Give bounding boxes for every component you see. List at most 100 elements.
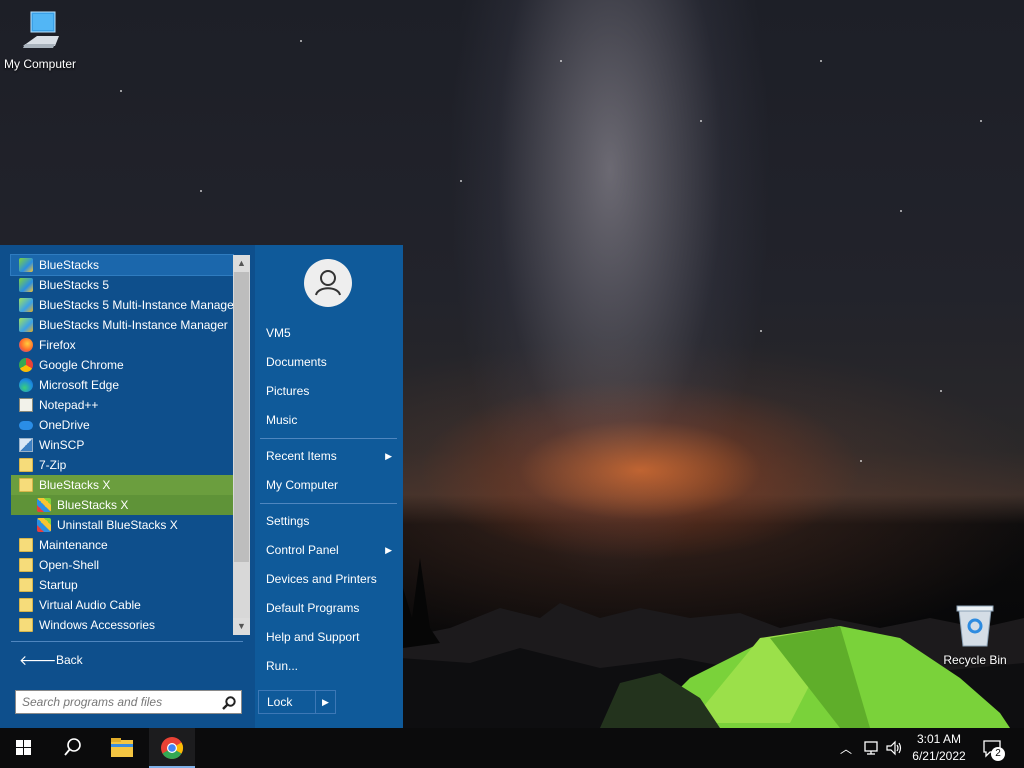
- program-label: BlueStacks Multi-Instance Manager: [39, 318, 228, 332]
- program-label: Windows Accessories: [39, 618, 156, 632]
- program-item-notepadpp[interactable]: Notepad++: [11, 395, 233, 415]
- programs-pane: BlueStacks BlueStacks 5 BlueStacks 5 Mul…: [0, 245, 255, 728]
- edge-icon: [19, 378, 33, 392]
- search-icon: [64, 738, 81, 756]
- place-help-and-support[interactable]: Help and Support: [258, 625, 398, 649]
- chrome-icon: [19, 358, 33, 372]
- program-item-onedrive[interactable]: OneDrive: [11, 415, 233, 435]
- back-button[interactable]: 🡐 Back: [11, 650, 243, 670]
- divider: [260, 503, 397, 504]
- program-folder-virtual-audio-cable[interactable]: Virtual Audio Cable: [11, 595, 233, 615]
- taskbar: ︿ 3:01 AM 6/21/2022 2: [0, 728, 1024, 768]
- search-input[interactable]: [22, 693, 212, 711]
- place-settings[interactable]: Settings: [258, 509, 398, 533]
- user-avatar[interactable]: [304, 259, 352, 307]
- place-devices-and-printers[interactable]: Devices and Printers: [258, 567, 398, 591]
- user-icon: [315, 270, 341, 296]
- program-item-microsoft-edge[interactable]: Microsoft Edge: [11, 375, 233, 395]
- place-label: Control Panel: [266, 543, 339, 557]
- place-default-programs[interactable]: Default Programs: [258, 596, 398, 620]
- notification-count-badge: 2: [991, 747, 1005, 761]
- uninstall-icon: [37, 518, 51, 532]
- windows-logo-icon: [16, 740, 31, 755]
- program-folder-bluestacks-x[interactable]: BlueStacks X: [11, 475, 233, 495]
- program-label: Virtual Audio Cable: [39, 598, 141, 612]
- program-item-7zip[interactable]: 7-Zip: [11, 455, 233, 475]
- back-arrow-icon: 🡐: [19, 652, 57, 668]
- search-box[interactable]: [15, 690, 242, 714]
- google-chrome-button[interactable]: [149, 728, 195, 768]
- program-label: OneDrive: [39, 418, 90, 432]
- program-label: 7-Zip: [39, 458, 67, 472]
- recycle-bin-shortcut[interactable]: Recycle Bin: [935, 602, 1015, 667]
- volume-icon[interactable]: [885, 739, 903, 757]
- program-label: Microsoft Edge: [39, 378, 120, 392]
- place-label: Settings: [266, 514, 310, 528]
- start-button[interactable]: [0, 728, 46, 768]
- program-folder-windows-accessories[interactable]: Windows Accessories: [11, 615, 233, 635]
- place-label: Run...: [266, 659, 299, 673]
- program-item-bluestacks-x[interactable]: BlueStacks X: [11, 495, 233, 515]
- place-music[interactable]: Music: [258, 408, 398, 432]
- action-center-button[interactable]: 2: [982, 738, 1006, 761]
- scroll-down-arrow[interactable]: ▼: [233, 618, 250, 635]
- bluestacks-icon: [19, 258, 33, 272]
- folder-icon: [19, 558, 33, 572]
- submenu-arrow-icon: ▶: [385, 545, 392, 555]
- notepadpp-icon: [19, 398, 33, 412]
- folder-icon: [19, 578, 33, 592]
- program-item-bluestacks-5-mim[interactable]: BlueStacks 5 Multi-Instance Manager: [11, 295, 233, 315]
- start-menu: BlueStacks BlueStacks 5 BlueStacks 5 Mul…: [0, 245, 403, 728]
- place-control-panel[interactable]: Control Panel ▶: [258, 538, 398, 562]
- program-list-scrollbar[interactable]: ▲ ▼: [233, 255, 250, 635]
- winscp-icon: [19, 438, 33, 452]
- place-pictures[interactable]: Pictures: [258, 379, 398, 403]
- program-label: BlueStacks X: [39, 478, 111, 492]
- onedrive-icon: [19, 421, 33, 430]
- network-icon[interactable]: [862, 739, 880, 757]
- file-explorer-button[interactable]: [99, 728, 145, 768]
- firefox-icon: [19, 338, 33, 352]
- clock-date: 6/21/2022: [912, 749, 966, 763]
- program-item-bluestacks-mim[interactable]: BlueStacks Multi-Instance Manager: [11, 315, 233, 335]
- program-item-winscp[interactable]: WinSCP: [11, 435, 233, 455]
- place-label: VM5: [266, 326, 291, 340]
- bluestacks-x-icon: [37, 498, 51, 512]
- program-folder-maintenance[interactable]: Maintenance: [11, 535, 233, 555]
- place-my-computer[interactable]: My Computer: [258, 473, 398, 497]
- program-label: BlueStacks 5 Multi-Instance Manager: [39, 298, 233, 312]
- back-label: Back: [56, 653, 83, 667]
- place-label: Recent Items: [266, 449, 337, 463]
- desktop-icon-label: My Computer: [3, 57, 77, 71]
- scrollbar-thumb[interactable]: [234, 272, 249, 562]
- program-item-bluestacks[interactable]: BlueStacks: [10, 254, 234, 276]
- search-icon[interactable]: [221, 695, 237, 711]
- scroll-up-arrow[interactable]: ▲: [233, 255, 250, 272]
- divider: [260, 438, 397, 439]
- program-item-uninstall-bluestacks-x[interactable]: Uninstall BlueStacks X: [11, 515, 233, 535]
- place-user-folder[interactable]: VM5: [258, 321, 398, 345]
- program-item-firefox[interactable]: Firefox: [11, 335, 233, 355]
- bluestacks5-icon: [19, 278, 33, 292]
- clock[interactable]: 3:01 AM 6/21/2022: [904, 731, 974, 765]
- shutdown-options-arrow[interactable]: ▶: [315, 690, 336, 714]
- lock-button[interactable]: Lock: [258, 690, 316, 714]
- show-hidden-icons-chevron-icon[interactable]: ︿: [840, 740, 852, 757]
- search-button[interactable]: [49, 728, 95, 768]
- place-documents[interactable]: Documents: [258, 350, 398, 374]
- computer-icon: [23, 11, 59, 48]
- program-item-google-chrome[interactable]: Google Chrome: [11, 355, 233, 375]
- program-folder-open-shell[interactable]: Open-Shell: [11, 555, 233, 575]
- place-run[interactable]: Run...: [258, 654, 398, 678]
- clock-time: 3:01 AM: [916, 732, 962, 746]
- place-recent-items[interactable]: Recent Items ▶: [258, 444, 398, 468]
- folder-icon: [19, 478, 33, 492]
- place-label: My Computer: [266, 478, 339, 492]
- folder-icon: [19, 538, 33, 552]
- desktop-icon-label: Recycle Bin: [943, 653, 1007, 667]
- submenu-arrow-icon: ▶: [385, 451, 392, 461]
- place-label: Devices and Printers: [266, 572, 377, 586]
- program-item-bluestacks-5[interactable]: BlueStacks 5: [11, 275, 233, 295]
- program-folder-startup[interactable]: Startup: [11, 575, 233, 595]
- my-computer-shortcut[interactable]: My Computer: [0, 8, 80, 71]
